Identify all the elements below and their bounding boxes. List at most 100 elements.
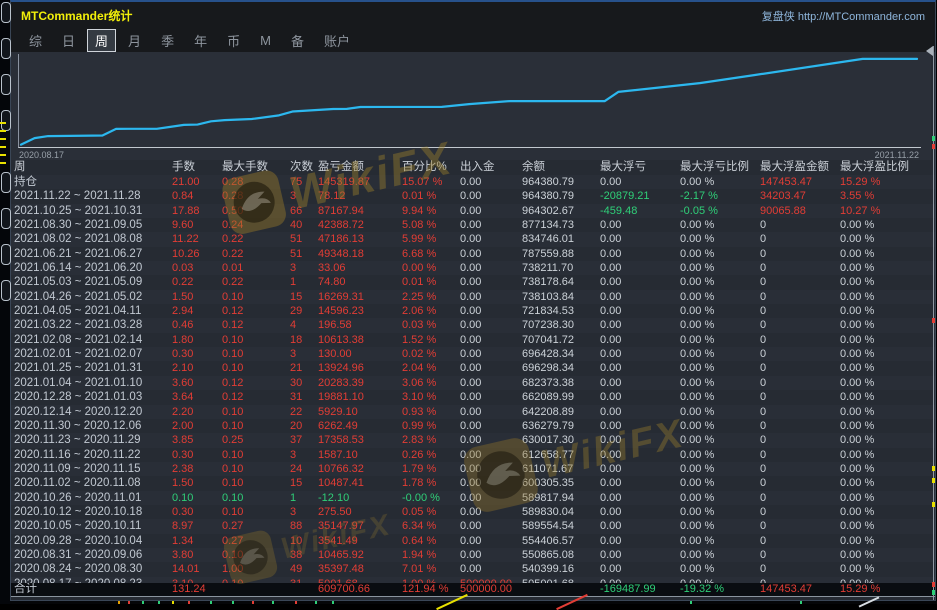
cell-dd: 0.00 xyxy=(600,462,680,476)
menu-item-3[interactable]: 月 xyxy=(120,29,149,52)
cell-io: 0.00 xyxy=(460,218,522,232)
cell-c: 51 xyxy=(290,232,318,246)
cell-pct: 0.99 % xyxy=(402,419,460,433)
table-row[interactable]: 持仓21.000.2875145319.8715.07 %0.00964380.… xyxy=(11,175,935,189)
cell-c: 22 xyxy=(290,405,318,419)
cell-pnl: 33.06 xyxy=(318,261,402,275)
brand-link[interactable]: 复盘侠 http://MTCommander.com xyxy=(762,8,925,24)
cell-fp: 0 xyxy=(760,419,840,433)
table-row[interactable]: 2020.11.16 ~ 2020.11.220.300.1031587.100… xyxy=(11,448,935,462)
table-row[interactable]: 2020.10.05 ~ 2020.10.118.970.278835147.9… xyxy=(11,519,935,533)
table-row[interactable]: 2020.11.23 ~ 2020.11.293.850.253717358.5… xyxy=(11,433,935,447)
cell-ml: 0.12 xyxy=(222,304,290,318)
cell-ml: 0.27 xyxy=(222,534,290,548)
table-row[interactable]: 2021.02.08 ~ 2021.02.141.800.101810613.3… xyxy=(11,333,935,347)
table-row[interactable]: 2021.08.30 ~ 2021.09.059.600.244042388.7… xyxy=(11,218,935,232)
cell-bal: 662089.99 xyxy=(522,390,600,404)
table-row[interactable]: 2020.12.14 ~ 2020.12.202.200.10225929.10… xyxy=(11,405,935,419)
table-row[interactable]: 2021.10.25 ~ 2021.10.3117.880.506687167.… xyxy=(11,204,935,218)
dock-tab[interactable] xyxy=(1,208,11,229)
cell-pnl: -12.10 xyxy=(318,491,402,505)
cell-bal: 877134.73 xyxy=(522,218,600,232)
title-bar[interactable]: MTCommander统计 复盘侠 http://MTCommander.com xyxy=(11,2,935,29)
table-row[interactable]: 2021.06.21 ~ 2021.06.2710.260.225149348.… xyxy=(11,247,935,261)
table-row[interactable]: 2020.11.02 ~ 2020.11.081.500.101510487.4… xyxy=(11,476,935,490)
table-row[interactable]: 2021.03.22 ~ 2021.03.280.460.124196.580.… xyxy=(11,318,935,332)
table-row[interactable]: 2021.01.04 ~ 2021.01.103.600.123020283.3… xyxy=(11,376,935,390)
menu-item-1[interactable]: 日 xyxy=(54,29,83,52)
cell-fp: 0 xyxy=(760,462,840,476)
column-header-7: 余额 xyxy=(522,160,600,175)
cell-ddp: 0.00 % xyxy=(680,275,760,289)
table-row[interactable]: 2020.11.09 ~ 2020.11.152.380.102410766.3… xyxy=(11,462,935,476)
table-row[interactable]: 2021.04.26 ~ 2021.05.021.500.101516269.3… xyxy=(11,290,935,304)
cell-pnl: 78.12 xyxy=(318,189,402,203)
cell-ml: 0.10 xyxy=(222,405,290,419)
scrollbar-track[interactable] xyxy=(933,46,934,600)
cell-io: 0.00 xyxy=(460,405,522,419)
table-row[interactable]: 2020.10.26 ~ 2020.11.010.100.101-12.10-0… xyxy=(11,491,935,505)
dock-tab[interactable] xyxy=(1,172,11,193)
cell-bal: 738178.64 xyxy=(522,275,600,289)
dock-tab[interactable] xyxy=(1,38,11,59)
cell-ddp: 0.00 % xyxy=(680,462,760,476)
cell-pct: 6.34 % xyxy=(402,519,460,533)
cell-io: 0.00 xyxy=(460,562,522,576)
cell-dd: 0.00 xyxy=(600,562,680,576)
menu-item-6[interactable]: 币 xyxy=(219,29,248,52)
cell-ml: 0.10 xyxy=(222,448,290,462)
dock-tab[interactable] xyxy=(1,110,11,131)
table-row[interactable]: 2021.04.05 ~ 2021.04.112.940.122914596.2… xyxy=(11,304,935,318)
table-row[interactable]: 2020.08.31 ~ 2020.09.063.800.103810465.9… xyxy=(11,548,935,562)
table-row[interactable]: 2021.06.14 ~ 2021.06.200.030.01333.060.0… xyxy=(11,261,935,275)
table-row[interactable]: 2021.02.01 ~ 2021.02.070.300.103130.000.… xyxy=(11,347,935,361)
cell-dd: 0.00 xyxy=(600,534,680,548)
dock-tab[interactable] xyxy=(1,280,11,301)
menu-item-0[interactable]: 综 xyxy=(21,29,50,52)
cell-ddp: 0.00 % xyxy=(680,491,760,505)
cell-bal: 964380.79 xyxy=(522,189,600,203)
table-row[interactable]: 2020.11.30 ~ 2020.12.062.000.10206262.49… xyxy=(11,419,935,433)
cell-fpp: 0.00 % xyxy=(840,304,935,318)
dock-tab[interactable] xyxy=(1,2,11,23)
menu-item-4[interactable]: 季 xyxy=(153,29,182,52)
dock-tab[interactable] xyxy=(1,74,11,95)
cell-bal: 696428.34 xyxy=(522,347,600,361)
scrollbar[interactable] xyxy=(931,46,935,600)
menu-item-9[interactable]: 账户 xyxy=(316,29,358,52)
table-row[interactable]: 2021.05.03 ~ 2021.05.090.220.22174.800.0… xyxy=(11,275,935,289)
scroll-mark xyxy=(932,136,935,141)
cell-ml: 1.00 xyxy=(222,562,290,576)
table-row[interactable]: 2020.12.28 ~ 2021.01.033.640.123119881.1… xyxy=(11,390,935,404)
cell-fp: 0 xyxy=(760,519,840,533)
table-row[interactable]: 2021.11.22 ~ 2021.11.280.840.28378.120.0… xyxy=(11,189,935,203)
cell-p: 2021.08.30 ~ 2021.09.05 xyxy=(14,218,172,232)
menu-item-8[interactable]: 备 xyxy=(283,29,312,52)
left-dock-strip xyxy=(0,0,10,604)
menu-item-7[interactable]: M xyxy=(252,31,279,50)
cell-l: 0.22 xyxy=(172,275,222,289)
cell-pnl: 49348.18 xyxy=(318,247,402,261)
scroll-arrow-icon[interactable] xyxy=(926,46,933,56)
cell-ml: 0.10 xyxy=(222,505,290,519)
cell-fpp: 0.00 % xyxy=(840,218,935,232)
cell-fp: 0 xyxy=(760,290,840,304)
cell-l: 11.22 xyxy=(172,232,222,246)
table-row[interactable]: 2021.08.02 ~ 2021.08.0811.220.225147186.… xyxy=(11,232,935,246)
cell-pnl: 35147.97 xyxy=(318,519,402,533)
cell-fpp: 0.00 % xyxy=(840,419,935,433)
menu-item-5[interactable]: 年 xyxy=(186,29,215,52)
cell-bal: 721834.53 xyxy=(522,304,600,318)
cell-bal: 611071.67 xyxy=(522,462,600,476)
cell-c: 3 xyxy=(290,505,318,519)
table-row[interactable]: 2020.08.24 ~ 2020.08.3014.011.004935397.… xyxy=(11,562,935,576)
dock-tab[interactable] xyxy=(1,244,11,265)
table-row[interactable]: 2021.01.25 ~ 2021.01.312.100.102113924.9… xyxy=(11,361,935,375)
table-row[interactable]: 2020.10.12 ~ 2020.10.180.300.103275.500.… xyxy=(11,505,935,519)
cell-dd: 0.00 xyxy=(600,333,680,347)
cell-pct: 0.01 % xyxy=(402,189,460,203)
menu-item-2[interactable]: 周 xyxy=(87,29,116,52)
cell-dd: 0.00 xyxy=(600,505,680,519)
cell-p: 2021.08.02 ~ 2021.08.08 xyxy=(14,232,172,246)
table-row[interactable]: 2020.09.28 ~ 2020.10.041.340.27103541.49… xyxy=(11,534,935,548)
